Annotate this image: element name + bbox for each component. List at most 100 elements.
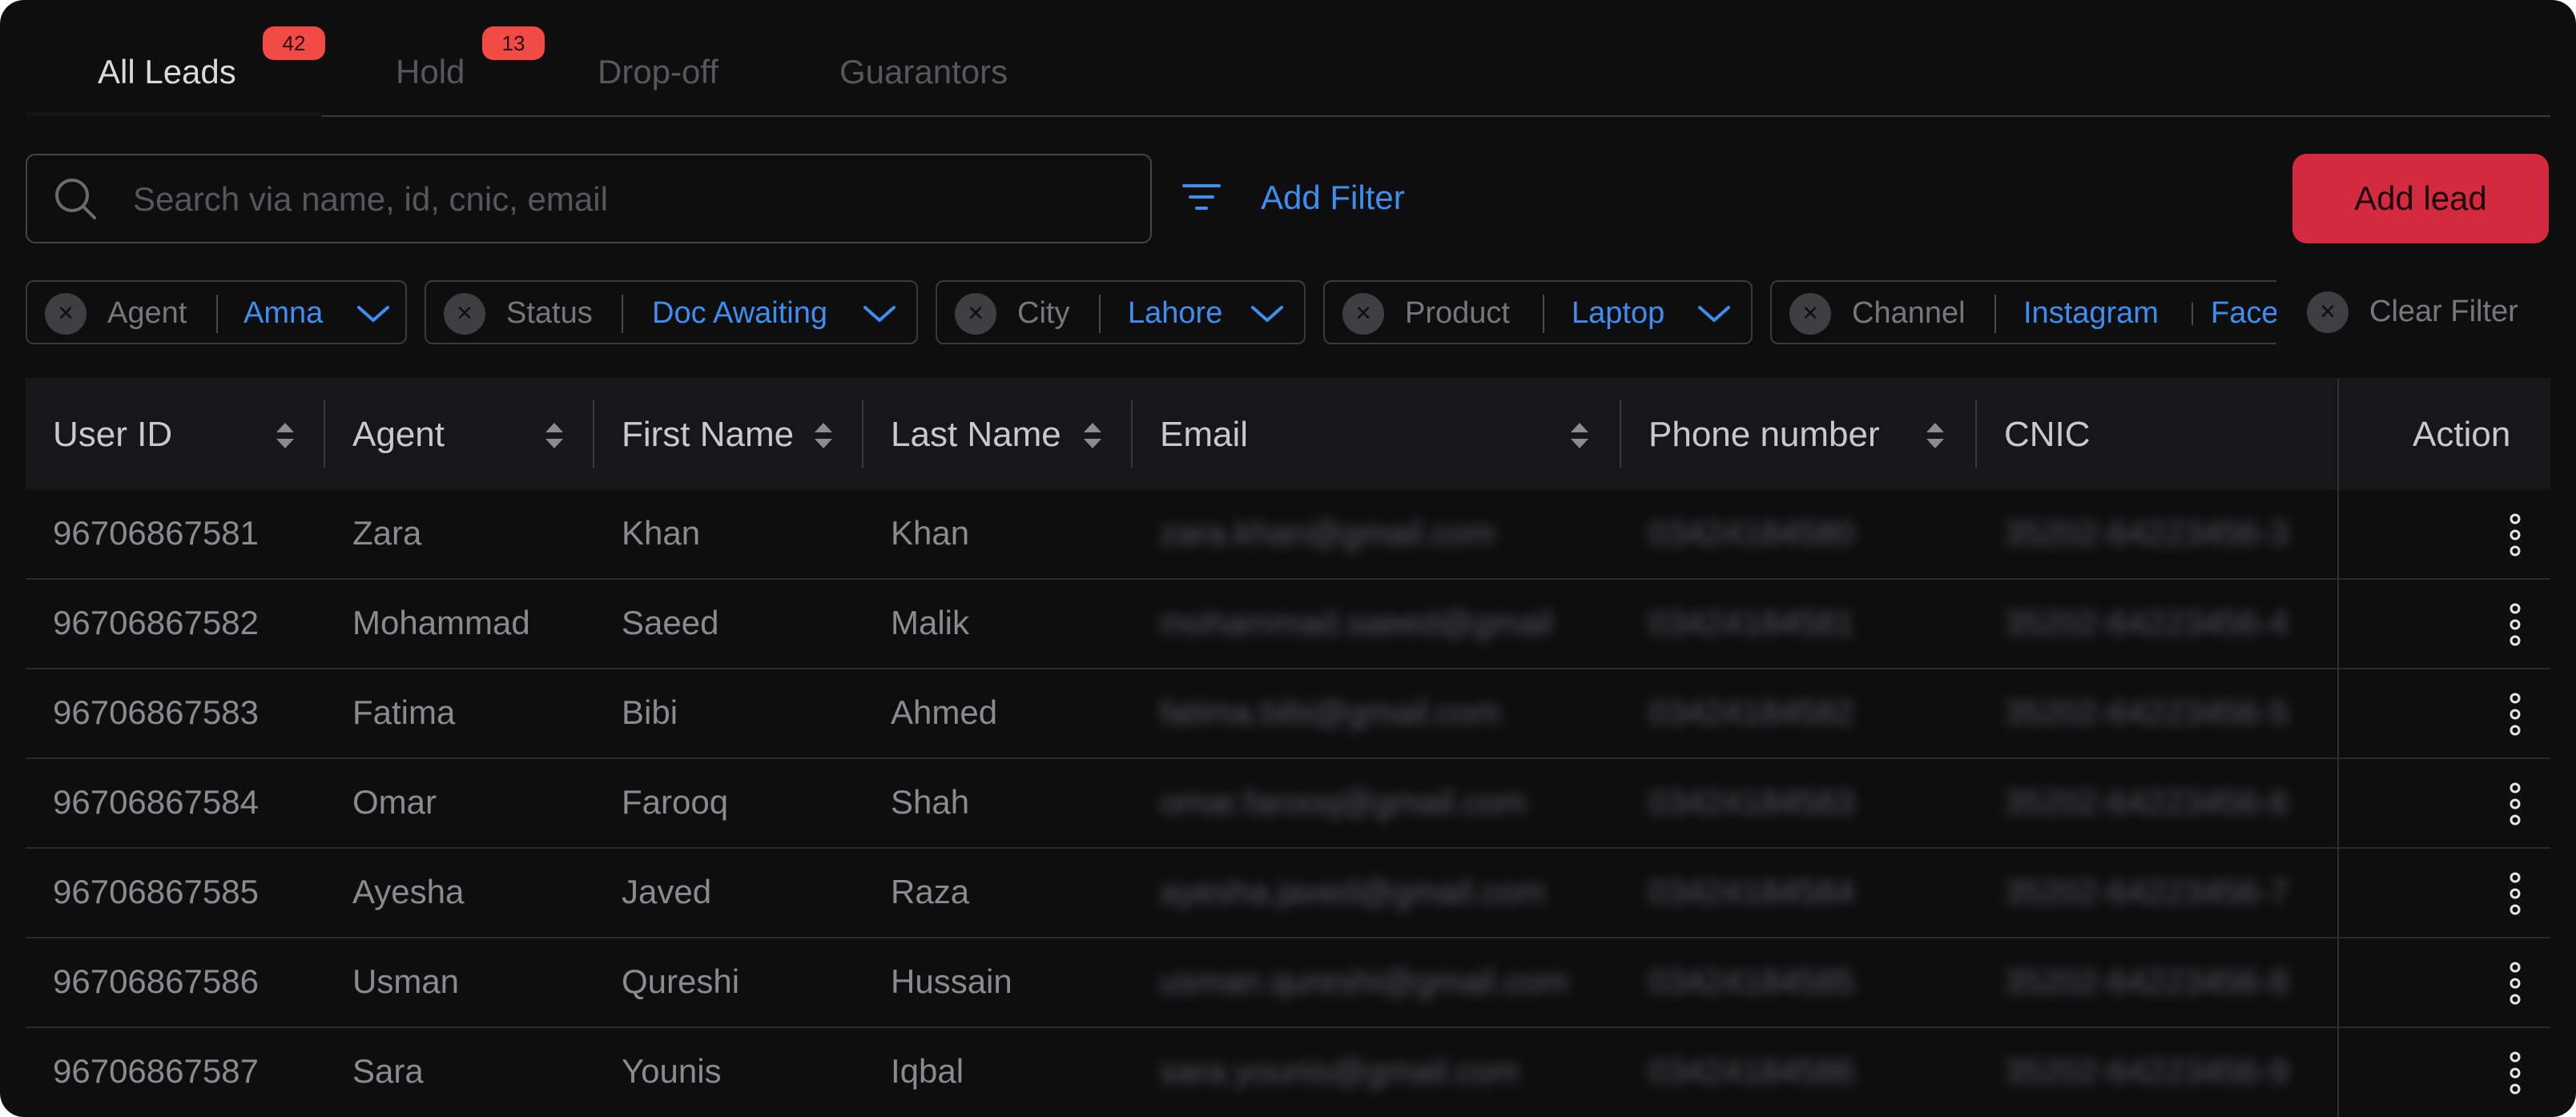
table-row[interactable]: 96706867581 Zara Khan Khan zara.khan@gma… (26, 490, 2550, 580)
column-header-user-id[interactable]: User ID (53, 415, 172, 455)
filter-chip-label: Channel (1852, 296, 1966, 330)
cell-user-id: 96706867587 (53, 1052, 259, 1090)
tab-hold[interactable]: Hold (396, 53, 465, 91)
cell-last-name: Malik (891, 604, 970, 641)
filter-chip-status[interactable]: × Status Doc Awaiting (425, 280, 918, 344)
sort-icon[interactable] (543, 420, 566, 452)
column-divider (324, 400, 325, 468)
filter-chip-value-2: Facebook (2211, 296, 2276, 330)
chip-divider (622, 295, 623, 333)
table-row[interactable]: 96706867585 Ayesha Javed Raza ayesha.jav… (26, 849, 2550, 938)
cell-email: sara.younis@gmail.com (1160, 1052, 1519, 1090)
cell-email: zara.khan@gmail.com (1160, 514, 1495, 552)
remove-filter-icon[interactable]: × (45, 293, 87, 335)
cell-cnic: 35202-64223456-6 (2004, 783, 2288, 821)
cell-agent: Omar (352, 783, 437, 821)
cell-cnic: 35202-64223456-5 (2004, 693, 2288, 731)
kebab-menu-icon[interactable] (2499, 602, 2531, 647)
filter-chip-value: Instagram (2023, 296, 2159, 330)
sort-icon[interactable] (1568, 420, 1591, 452)
column-header-agent[interactable]: Agent (352, 415, 445, 455)
table-row[interactable]: 96706867583 Fatima Bibi Ahmed fatima.bib… (26, 669, 2550, 759)
filter-chip-value: Laptop (1572, 296, 1665, 330)
clear-filter-button[interactable]: Clear Filter (2369, 295, 2518, 329)
column-divider (593, 400, 594, 468)
chip-value-separator (2192, 303, 2193, 325)
search-icon (55, 179, 96, 219)
leads-app-window: All Leads 42 Hold 13 Drop-off Guarantors… (0, 0, 2576, 1117)
tab-all-leads[interactable]: All Leads (98, 53, 236, 91)
sort-icon[interactable] (1924, 420, 1946, 452)
column-header-first-name[interactable]: First Name (622, 415, 794, 455)
kebab-menu-icon[interactable] (2499, 692, 2531, 737)
cell-phone: 03424184586 (1648, 1052, 1854, 1090)
filter-chip-label: City (1017, 296, 1070, 330)
cell-agent: Mohammad (352, 604, 530, 641)
add-lead-button[interactable]: Add lead (2292, 154, 2549, 243)
filter-chip-city[interactable]: × City Lahore (936, 280, 1306, 344)
column-divider (1975, 400, 1977, 468)
chevron-down-icon[interactable] (1697, 303, 1732, 325)
cell-phone: 03424184583 (1648, 783, 1854, 821)
cell-agent: Fatima (352, 693, 456, 731)
sort-icon[interactable] (274, 420, 296, 452)
search-box[interactable] (26, 154, 1152, 243)
kebab-menu-icon[interactable] (2499, 871, 2531, 916)
column-header-cnic[interactable]: CNIC (2004, 415, 2091, 455)
table-row[interactable]: 96706867584 Omar Farooq Shah omar.farooq… (26, 759, 2550, 849)
table-row[interactable]: 96706867582 Mohammad Saeed Malik mohamma… (26, 580, 2550, 669)
chip-divider (1543, 295, 1544, 333)
clear-filter-icon[interactable]: × (2307, 291, 2349, 333)
cell-last-name: Khan (891, 514, 970, 552)
sort-icon[interactable] (1081, 420, 1104, 452)
kebab-menu-icon[interactable] (2499, 781, 2531, 826)
cell-email: omar.farooq@gmail.com (1160, 783, 1527, 821)
cell-user-id: 96706867582 (53, 604, 259, 641)
cell-cnic: 35202-64223456-3 (2004, 514, 2288, 552)
search-input[interactable] (133, 171, 1094, 227)
filter-lines-icon (1182, 184, 1221, 210)
table-row[interactable]: 96706867587 Sara Younis Iqbal sara.youni… (26, 1028, 2550, 1117)
kebab-menu-icon[interactable] (2499, 512, 2531, 557)
table-row[interactable]: 96706867586 Usman Qureshi Hussain usman.… (26, 938, 2550, 1028)
chevron-down-icon[interactable] (1250, 303, 1285, 325)
filter-chip-label: Status (506, 296, 593, 330)
cell-phone: 03424184580 (1648, 514, 1854, 552)
cell-user-id: 96706867586 (53, 962, 259, 1000)
tab-guarantors[interactable]: Guarantors (839, 53, 1008, 91)
kebab-menu-icon[interactable] (2499, 1051, 2531, 1095)
column-header-phone-number[interactable]: Phone number (1648, 415, 1880, 455)
cell-phone: 03424184581 (1648, 604, 1854, 641)
cell-first-name: Khan (622, 514, 701, 552)
cell-last-name: Iqbal (891, 1052, 964, 1090)
active-tab-indicator (26, 112, 322, 117)
tab-hold-count-badge: 13 (482, 26, 545, 60)
table-header: User ID Agent First Name Last Name Email… (26, 378, 2550, 490)
add-filter-button[interactable]: Add Filter (1261, 179, 1405, 217)
chevron-down-icon[interactable] (356, 303, 391, 325)
chevron-down-icon[interactable] (862, 303, 897, 325)
filter-chip-channel[interactable]: × Channel Instagram Facebook (1770, 280, 2276, 344)
tab-bar: All Leads 42 Hold 13 Drop-off Guarantors (26, 0, 2550, 117)
cell-last-name: Shah (891, 783, 970, 821)
filter-chip-value: Amna (244, 296, 324, 330)
remove-filter-icon[interactable]: × (1789, 293, 1831, 335)
cell-last-name: Hussain (891, 962, 1012, 1000)
cell-first-name: Younis (622, 1052, 722, 1090)
column-header-email[interactable]: Email (1160, 415, 1248, 455)
cell-phone: 03424184582 (1648, 693, 1854, 731)
remove-filter-icon[interactable]: × (444, 293, 485, 335)
filter-chip-product[interactable]: × Product Laptop (1323, 280, 1753, 344)
kebab-menu-icon[interactable] (2499, 961, 2531, 1006)
remove-filter-icon[interactable]: × (1342, 293, 1384, 335)
remove-filter-icon[interactable]: × (955, 293, 996, 335)
sort-icon[interactable] (812, 420, 835, 452)
tab-all-leads-count-badge: 42 (263, 26, 325, 60)
cell-cnic: 35202-64223456-7 (2004, 873, 2288, 910)
filter-chip-agent[interactable]: × Agent Amna (26, 280, 407, 344)
cell-email: mohammad.saeed@gmail (1160, 604, 1553, 641)
tab-drop-off[interactable]: Drop-off (598, 53, 718, 91)
column-header-last-name[interactable]: Last Name (891, 415, 1061, 455)
chip-divider (1994, 295, 1996, 333)
filter-chip-value: Lahore (1128, 296, 1223, 330)
